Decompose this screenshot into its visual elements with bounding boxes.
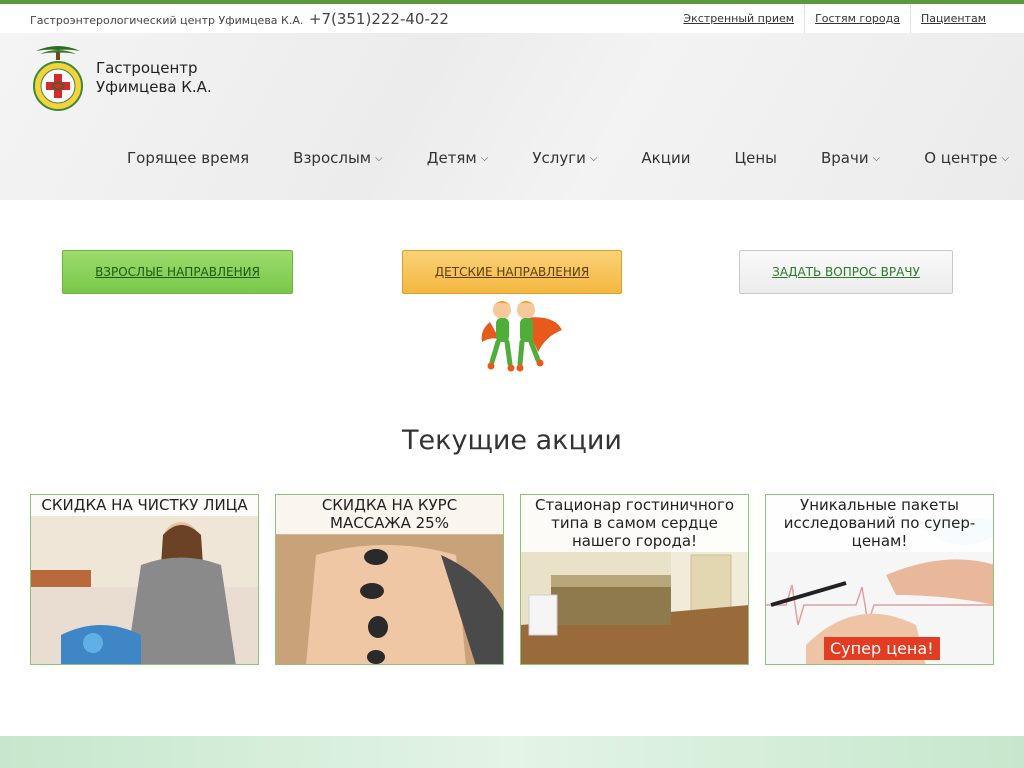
- nav-item-adults[interactable]: Взрослым ⌵: [271, 149, 405, 167]
- nav-item-prices[interactable]: Цены: [712, 149, 799, 167]
- promo-card-facial-cleaning[interactable]: СКИДКА НА ЧИСТКУ ЛИЦА: [30, 494, 259, 665]
- chevron-down-icon: ⌵: [872, 152, 881, 164]
- city-guests-link[interactable]: Гостям города: [804, 4, 910, 33]
- promotions-carousel: СКИДКА НА ЧИСТКУ ЛИЦА СКИДКА НА КУРС МАС…: [30, 494, 994, 666]
- patients-link[interactable]: Пациентам: [909, 4, 996, 33]
- nav-item-children[interactable]: Детям ⌵: [405, 149, 511, 167]
- emergency-appointment-link[interactable]: Экстренный прием: [673, 4, 804, 33]
- kids-superheroes-illustration: [481, 301, 562, 372]
- adult-directions-button[interactable]: ВЗРОСЛЫЕ НАПРАВЛЕНИЯ: [62, 250, 293, 294]
- ask-doctor-button[interactable]: ЗАДАТЬ ВОПРОС ВРАЧУ: [739, 250, 953, 294]
- chevron-down-icon: ⌵: [1001, 152, 1010, 164]
- nav-item-promotions[interactable]: Акции: [619, 149, 712, 167]
- org-name: Гастроэнтерологический центр Уфимцева К.…: [30, 14, 304, 27]
- clinic-logo[interactable]: [30, 41, 86, 111]
- super-price-badge: Супер цена!: [824, 637, 940, 660]
- top-bar: Гастроэнтерологический центр Уфимцева К.…: [0, 4, 1024, 33]
- promo-card-test-packages[interactable]: Уникальные пакеты исследований по супер-…: [765, 494, 994, 665]
- promotions-title: Текущие акции: [402, 425, 622, 456]
- promo-card-massage[interactable]: СКИДКА НА КУРС МАССАЖА 25%: [275, 494, 504, 665]
- chevron-down-icon: ⌵: [480, 152, 489, 164]
- nav-item-doctors[interactable]: Врачи ⌵: [799, 149, 902, 167]
- kids-directions-button[interactable]: ДЕТСКИЕ НАПРАВЛЕНИЯ: [402, 250, 622, 294]
- phone-number[interactable]: +7(351)222-40-22: [309, 10, 449, 28]
- brand-line-1: Гастроцентр: [96, 59, 198, 77]
- promo-photo: [31, 495, 258, 664]
- chevron-down-icon: ⌵: [375, 152, 383, 164]
- main-nav: Горящее время Взрослым ⌵ Детям ⌵ Услуги ⌵ А…: [105, 149, 1024, 167]
- promo-card-hospital[interactable]: Стационар гостиничного типа в самом серд…: [520, 494, 749, 665]
- nav-item-services[interactable]: Услуги ⌵: [510, 149, 619, 167]
- top-links: Экстренный прием Гостям города Пациентам: [673, 4, 996, 33]
- tree-icon: [36, 46, 80, 60]
- promo-caption: СКИДКА НА КУРС МАССАЖА 25%: [276, 495, 503, 534]
- footer-band: [0, 736, 1024, 768]
- brand-name[interactable]: Гастроцентр Уфимцева К.А.: [96, 59, 212, 97]
- nav-item-hot-time[interactable]: Горящее время: [105, 149, 271, 167]
- nav-item-about[interactable]: О центре ⌵: [902, 149, 1024, 167]
- site-header: Гастроцентр Уфимцева К.А. Горящее время …: [0, 33, 1024, 200]
- promo-caption: СКИДКА НА ЧИСТКУ ЛИЦА: [31, 495, 258, 516]
- org-info: Гастроэнтерологический центр Уфимцева К.…: [30, 10, 449, 28]
- brand-line-2: Уфимцева К.А.: [96, 78, 212, 96]
- promo-caption: Стационар гостиничного типа в самом серд…: [521, 495, 748, 552]
- chevron-down-icon: ⌵: [589, 152, 598, 164]
- promo-caption: Уникальные пакеты исследований по супер-…: [766, 495, 993, 552]
